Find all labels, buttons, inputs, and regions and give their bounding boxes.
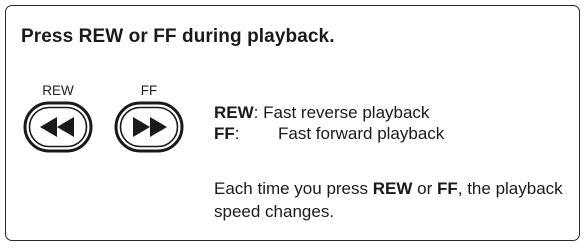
ff-description-text: Fast forward playback xyxy=(278,124,445,143)
note-key-ff: FF xyxy=(436,179,458,198)
ff-term: FF xyxy=(214,124,235,143)
ff-button[interactable] xyxy=(114,101,184,153)
speed-change-note: Each time you press REW or FF, the playb… xyxy=(214,177,574,223)
note-key-rew: REW xyxy=(372,179,413,198)
rew-description-text: Fast reverse playback xyxy=(263,103,430,122)
rew-button[interactable] xyxy=(23,101,93,153)
rew-term: REW xyxy=(214,103,254,122)
rew-separator: : xyxy=(253,103,259,122)
note-middle: or xyxy=(412,179,437,198)
rew-description: REW: Fast reverse playback xyxy=(214,102,429,123)
ff-button-group: FF xyxy=(114,83,184,153)
rewind-icon xyxy=(23,101,93,153)
fast-forward-icon xyxy=(114,101,184,153)
note-prefix: Each time you press xyxy=(214,179,373,198)
rew-button-label: REW xyxy=(42,83,74,98)
instruction-heading: Press REW or FF during playback. xyxy=(21,26,335,47)
ff-button-label: FF xyxy=(140,83,158,98)
instruction-panel: Press REW or FF during playback. REW FF … xyxy=(5,5,580,241)
ff-separator: : xyxy=(234,124,240,143)
rew-button-group: REW xyxy=(23,83,93,153)
ff-description: FF: Fast forward playback xyxy=(214,123,444,144)
